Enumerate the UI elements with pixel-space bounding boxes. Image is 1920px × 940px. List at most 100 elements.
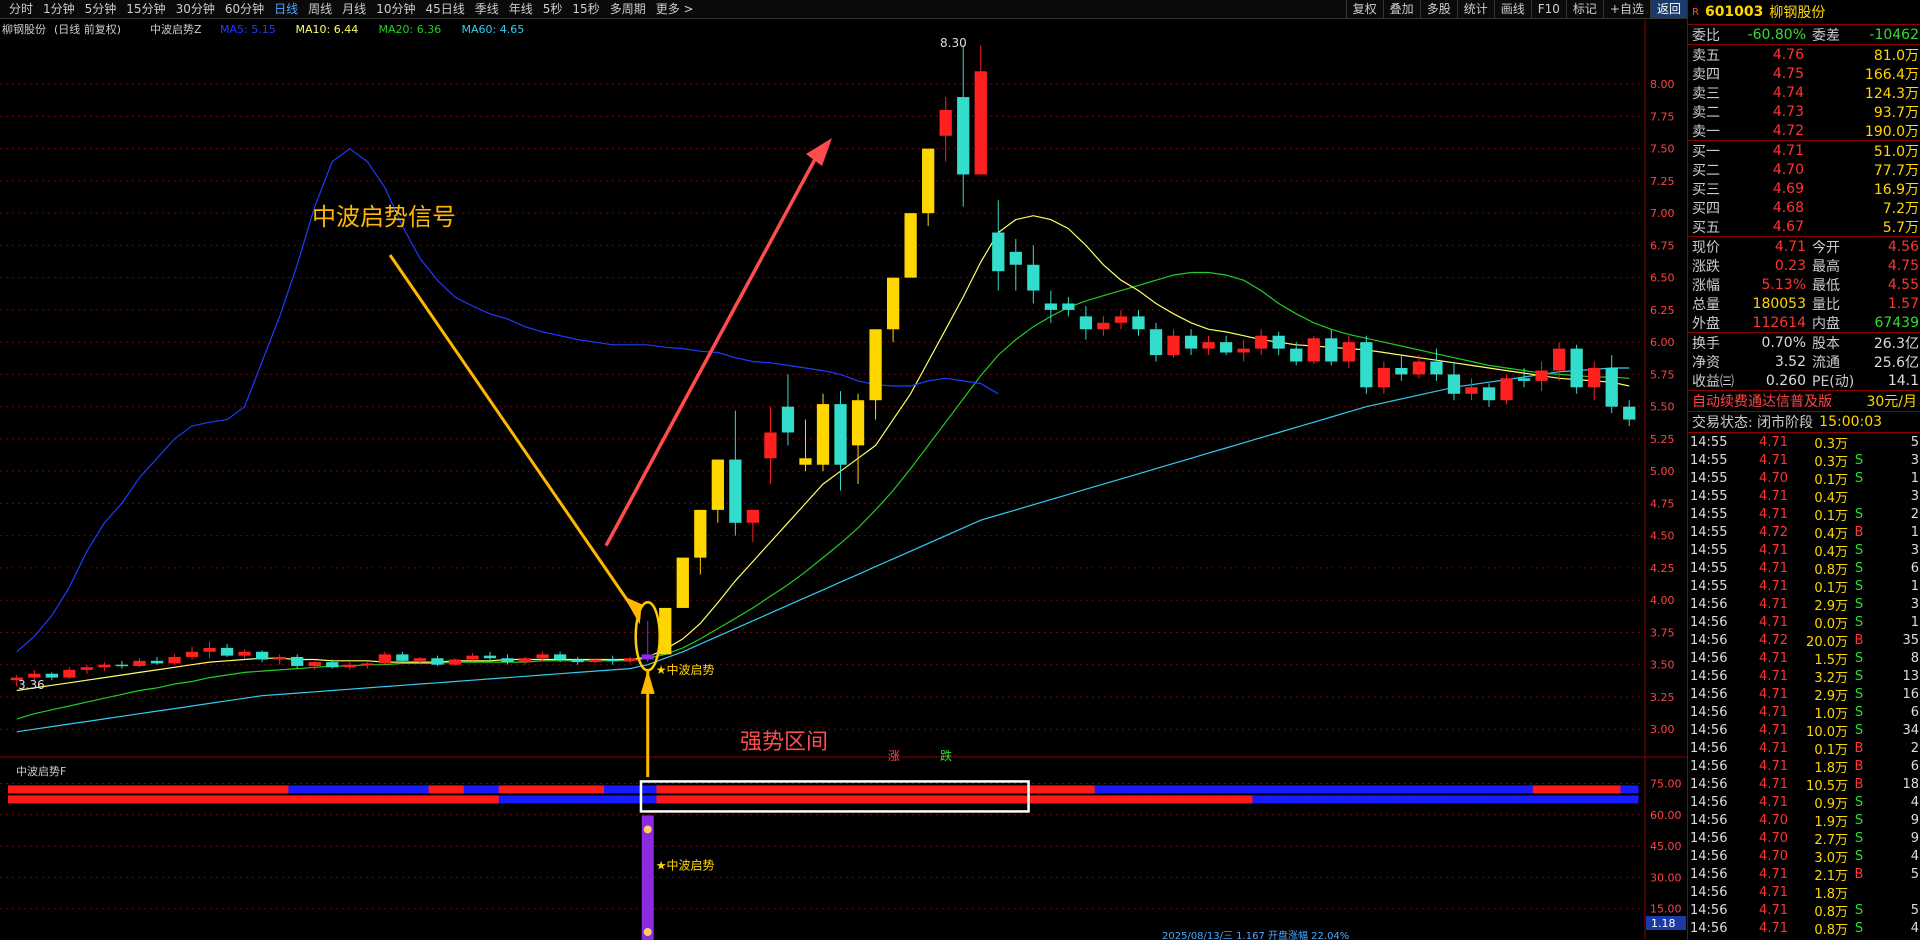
candle[interactable] bbox=[343, 662, 356, 670]
bid-row[interactable]: 买一 4.71 51.0万 bbox=[1688, 141, 1920, 160]
candle[interactable] bbox=[571, 656, 584, 665]
bid-row[interactable]: 买五 4.67 5.7万 bbox=[1688, 217, 1920, 236]
candle[interactable] bbox=[1307, 335, 1320, 365]
ask-row[interactable]: 卖五 4.76 81.0万 bbox=[1688, 45, 1920, 64]
candle[interactable] bbox=[291, 654, 304, 669]
tool-button[interactable]: 统计 bbox=[1456, 0, 1494, 18]
candle[interactable] bbox=[1027, 245, 1040, 304]
candle[interactable] bbox=[1342, 335, 1355, 368]
ask-row[interactable]: 卖一 4.72 190.0万 bbox=[1688, 121, 1920, 140]
tool-button[interactable]: 叠加 bbox=[1382, 0, 1420, 18]
candle[interactable] bbox=[992, 200, 1005, 291]
ask-row[interactable]: 卖四 4.75 166.4万 bbox=[1688, 64, 1920, 83]
period-tab[interactable]: 1分钟 bbox=[38, 0, 80, 18]
candle[interactable] bbox=[676, 557, 689, 608]
candle[interactable] bbox=[1149, 322, 1163, 362]
candle[interactable] bbox=[378, 651, 391, 665]
candle[interactable] bbox=[431, 655, 444, 666]
period-tab[interactable]: 45日线 bbox=[420, 0, 469, 18]
candle[interactable] bbox=[834, 391, 847, 491]
candle[interactable] bbox=[1237, 339, 1250, 362]
candle[interactable] bbox=[1623, 400, 1636, 427]
candle[interactable] bbox=[922, 148, 935, 227]
tool-button[interactable]: 复权 bbox=[1345, 0, 1383, 18]
period-tab[interactable]: 季线 bbox=[470, 0, 504, 18]
candle[interactable] bbox=[308, 660, 321, 670]
tick-list[interactable]: 14:55 4.71 0.3万 5 14:55 4.71 0.3万 S 3 14:55 4.70 0.… bbox=[1688, 433, 1920, 938]
candle[interactable] bbox=[851, 393, 865, 485]
period-tab[interactable]: 30分钟 bbox=[171, 0, 220, 18]
bid-row[interactable]: 买二 4.70 77.7万 bbox=[1688, 160, 1920, 179]
candle[interactable] bbox=[974, 45, 987, 175]
tool-button[interactable]: +自选 bbox=[1602, 0, 1650, 18]
candle[interactable] bbox=[1360, 335, 1373, 394]
bid-row[interactable]: 买三 4.69 16.9万 bbox=[1688, 179, 1920, 198]
candle[interactable] bbox=[1272, 331, 1285, 356]
candle[interactable] bbox=[624, 656, 637, 664]
period-tab[interactable]: 60分钟 bbox=[220, 0, 269, 18]
candle[interactable] bbox=[1255, 329, 1268, 356]
candle[interactable] bbox=[1009, 238, 1022, 291]
candle[interactable] bbox=[203, 641, 216, 659]
candle[interactable] bbox=[1325, 329, 1338, 366]
candle[interactable] bbox=[1132, 309, 1145, 336]
subscription-ad[interactable]: 自动续费通达信普及版 30元/月 bbox=[1688, 390, 1920, 411]
candle[interactable] bbox=[98, 662, 111, 672]
period-tab[interactable]: 5分钟 bbox=[80, 0, 122, 18]
candle[interactable] bbox=[1184, 329, 1198, 356]
candle[interactable] bbox=[501, 654, 514, 665]
candle[interactable] bbox=[711, 459, 724, 523]
bid-row[interactable]: 买四 4.68 7.2万 bbox=[1688, 198, 1920, 217]
candle[interactable] bbox=[1465, 378, 1478, 401]
candle[interactable] bbox=[641, 620, 654, 663]
candle[interactable] bbox=[396, 651, 409, 663]
candle[interactable] bbox=[150, 656, 164, 665]
candle[interactable] bbox=[185, 646, 199, 660]
candle[interactable] bbox=[80, 664, 94, 674]
candle[interactable] bbox=[746, 509, 760, 543]
candle[interactable] bbox=[694, 509, 707, 575]
period-tab[interactable]: 月线 bbox=[337, 0, 371, 18]
period-tab[interactable]: 多周期 bbox=[605, 0, 651, 18]
candle[interactable] bbox=[466, 653, 479, 661]
candle[interactable] bbox=[1044, 290, 1057, 323]
stock-code[interactable]: 601003 bbox=[1705, 4, 1763, 20]
candle[interactable] bbox=[799, 419, 812, 472]
candle[interactable] bbox=[1079, 306, 1093, 340]
candle[interactable] bbox=[518, 656, 532, 665]
period-tab[interactable]: 年线 bbox=[504, 0, 538, 18]
candle[interactable] bbox=[729, 410, 742, 536]
candle[interactable] bbox=[168, 654, 181, 665]
stock-name[interactable]: 柳钢股份 bbox=[1769, 2, 1825, 22]
candle[interactable] bbox=[115, 660, 129, 669]
candle[interactable] bbox=[957, 45, 970, 207]
period-tab[interactable]: 更多 > bbox=[651, 0, 699, 18]
candle[interactable] bbox=[1219, 335, 1233, 356]
candle[interactable] bbox=[816, 393, 830, 472]
candle[interactable] bbox=[869, 329, 882, 420]
candle[interactable] bbox=[1062, 297, 1075, 317]
candle[interactable] bbox=[1377, 361, 1390, 394]
candle[interactable] bbox=[781, 374, 795, 446]
tool-button[interactable]: 画线 bbox=[1493, 0, 1531, 18]
candle[interactable] bbox=[1114, 309, 1128, 330]
tool-button[interactable]: 标记 bbox=[1565, 0, 1603, 18]
candle[interactable] bbox=[273, 654, 286, 665]
candle[interactable] bbox=[63, 667, 76, 679]
candle[interactable] bbox=[659, 607, 672, 655]
candle[interactable] bbox=[220, 644, 234, 657]
tool-button[interactable]: F10 bbox=[1530, 0, 1566, 18]
candle[interactable] bbox=[238, 649, 251, 659]
candle[interactable] bbox=[256, 650, 269, 663]
ask-row[interactable]: 卖二 4.73 93.7万 bbox=[1688, 102, 1920, 121]
candle[interactable] bbox=[45, 672, 58, 681]
period-tab[interactable]: 分时 bbox=[4, 0, 38, 18]
candle[interactable] bbox=[886, 277, 900, 343]
candle[interactable] bbox=[1500, 374, 1513, 405]
period-tab[interactable]: 15分钟 bbox=[121, 0, 170, 18]
period-tab[interactable]: 周线 bbox=[303, 0, 337, 18]
candle[interactable] bbox=[764, 406, 777, 485]
period-tab[interactable]: 15秒 bbox=[567, 0, 604, 18]
candle[interactable] bbox=[904, 213, 917, 278]
tool-button[interactable]: 多股 bbox=[1419, 0, 1457, 18]
